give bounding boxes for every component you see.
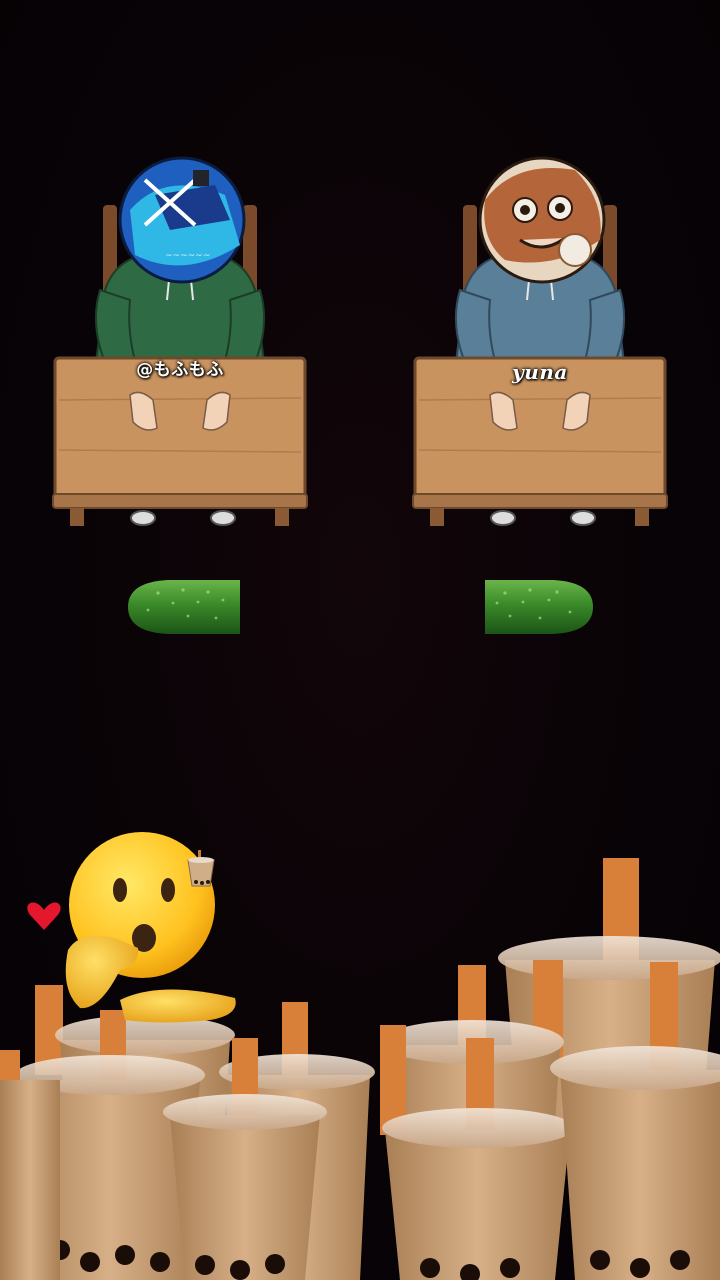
reaction-emoji-group bbox=[27, 832, 236, 1023]
player-right-name: yuna bbox=[512, 360, 568, 384]
player-left-illustration: ~~~~~~ bbox=[52, 156, 308, 526]
player-left: ~~~~~~ @もふもふ bbox=[45, 150, 315, 530]
player-right: yuna bbox=[405, 150, 675, 530]
player-left-name: @もふもふ bbox=[136, 360, 224, 380]
player-right-illustration bbox=[412, 156, 668, 526]
game-stage: ~~~~~~ @もふもふ yuna bbox=[0, 0, 720, 1280]
cup-front-left bbox=[0, 1050, 60, 1280]
cucumber-right-half bbox=[485, 580, 593, 634]
cucumber-left-half bbox=[128, 580, 240, 634]
svg-text:~~~~~~: ~~~~~~ bbox=[165, 251, 210, 261]
heart-icon bbox=[27, 902, 61, 930]
